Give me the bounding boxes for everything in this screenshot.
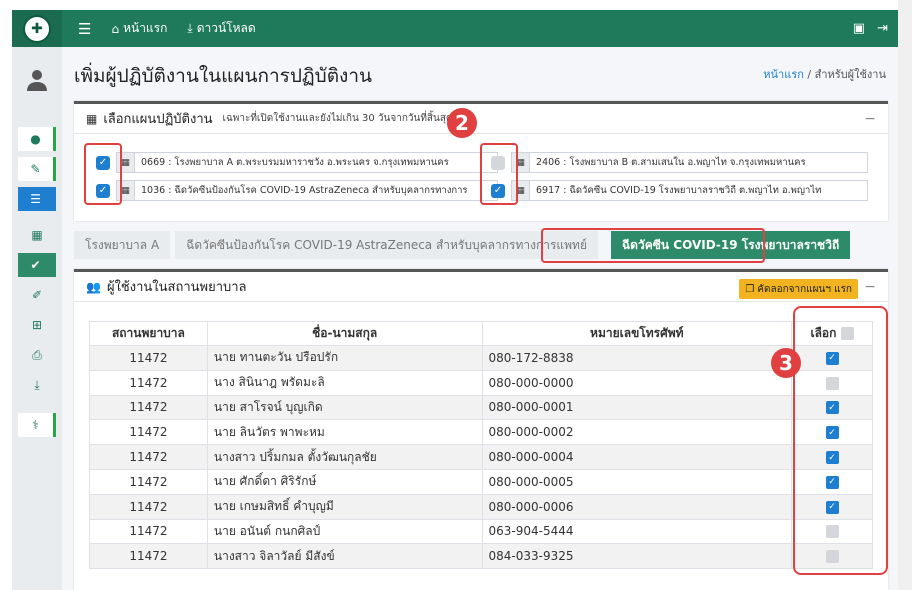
cell-hospital: 11472 <box>89 345 208 371</box>
calendar-check-icon: ▦ <box>86 111 98 126</box>
breadcrumb-home-link[interactable]: หน้าแรก <box>763 68 804 81</box>
cell-hospital: 11472 <box>89 493 208 520</box>
table-row: 11472 นางสาว ปริ้มกมล ตั้งวัฒนกุลชัย 080-0… <box>89 444 873 470</box>
users-card: 👥 ผู้ใช้งานในสถานพยาบาล ❐ คัดลอกจากแผนฯ แ… <box>74 269 888 590</box>
cell-name: นางสาว จิลาวัลย์ มีสังข์ <box>206 543 483 570</box>
table-row: 11472 นางสาว จิลาวัลย์ มีสังข์ 084-033-932… <box>89 543 873 570</box>
logo-emblem-icon: ✚ <box>23 14 51 43</box>
users-table: สถานพยาบาล ชื่อ-นามสกุล หมายเลขโทรศัพท์ … <box>89 321 873 570</box>
main-content: เพิ่มผู้ปฏิบัติงานในแผนการปฏิบัติงาน หน้… <box>62 47 898 590</box>
cell-name: นาย ศักดิ์ดา ศิริรักษ์ <box>206 468 483 495</box>
sidebar-print-icon[interactable]: ⎙ <box>18 343 56 367</box>
cell-hospital: 11472 <box>89 468 208 495</box>
column-header-phone: หมายเลขโทรศัพท์ <box>481 321 793 346</box>
plan-option[interactable]: ▦ 2406 : โรงพยาบาล B ต.สามเสนใน อ.พญาไท … <box>491 152 868 173</box>
logout-icon[interactable]: ⇥ <box>877 21 888 36</box>
user-avatar-icon[interactable] <box>25 67 49 91</box>
table-row: 11472 นาย ลินวัตร พาพะหม 080-000-0002 ✓ <box>89 419 873 446</box>
tab-plan-1[interactable]: โรงพยาบาล A <box>74 231 171 259</box>
cell-phone: 080-172-8838 <box>481 345 793 371</box>
sidebar: ● ✎ ☰ ▦ ✔ ✐ ⊞ ⎙ ⤓ ⚕ <box>12 47 62 590</box>
plan-option[interactable]: ✓ ▦ 6917 : ฉีดวัคซีน COVID-19 โรงพยาบาลร… <box>491 180 868 201</box>
collapse-button[interactable]: − <box>864 279 876 295</box>
plan-option[interactable]: ✓ ▦ 0669 : โรงพยาบาล A ต.พระบรมมหาราชวัง… <box>96 152 498 173</box>
annotation-highlight-box <box>84 143 122 205</box>
table-row: 11472 นาย เกษมสิทธิ์ คำบุญมี 080-000-0006 ✓ <box>89 493 873 520</box>
sidebar-calendar-icon[interactable]: ▦ <box>18 223 56 247</box>
sidebar-sitemap-icon[interactable]: ⊞ <box>18 313 56 337</box>
card-subtitle: เฉพาะที่เปิดใช้งานและยังไม่เกิน 30 วันจา… <box>222 113 453 124</box>
top-navbar: ✚ ☰ ⌂ หน้าแรก ⤓ ดาวน์โหลด ▣ ⇥ <box>12 10 898 47</box>
collapse-button[interactable]: − <box>864 111 876 127</box>
plan-label-box: ▦ 0669 : โรงพยาบาล A ต.พระบรมมหาราชวัง อ… <box>116 152 498 173</box>
annotation-highlight-box <box>541 228 765 263</box>
card-title: เลือกแผนปฏิบัติงาน <box>103 112 213 127</box>
cell-phone: 080-000-0000 <box>481 369 793 396</box>
cell-name: นางสาว ปริ้มกมล ตั้งวัฒนกุลชัย <box>206 444 483 470</box>
sidebar-user-check-icon[interactable]: ✔ <box>18 253 56 277</box>
table-row: 11472 นาง สินินาฎ พรัดมะลิ 080-000-0000 <box>89 369 873 396</box>
sidebar-user-edit-icon[interactable]: ✎ <box>18 157 56 181</box>
cell-name: นาย ลินวัตร พาพะหม <box>206 419 483 446</box>
cell-phone: 080-000-0005 <box>481 468 793 495</box>
cell-hospital: 11472 <box>89 369 208 396</box>
annotation-badge: 3 <box>771 348 801 378</box>
annotation-highlight-box <box>480 143 518 205</box>
plan-label-box: ▦ 6917 : ฉีดวัคซีน COVID-19 โรงพยาบาลราช… <box>511 180 868 201</box>
table-row: 11472 นาย ทานตะวัน ปรือปรัก 080-172-8838 ✓ <box>89 345 873 371</box>
download-icon: ⤓ <box>187 21 193 35</box>
copy-icon: ❐ <box>745 283 755 295</box>
annotation-badge: 2 <box>447 108 477 138</box>
page-title: เพิ่มผู้ปฏิบัติงานในแผนการปฏิบัติงาน <box>74 65 372 87</box>
copy-from-first-plan-button[interactable]: ❐ คัดลอกจากแผนฯ แรก <box>739 279 858 299</box>
sidebar-syringe-icon[interactable]: ✐ <box>18 283 56 307</box>
sidebar-list-icon[interactable]: ☰ <box>18 187 56 211</box>
sidebar-download-icon[interactable]: ⤓ <box>18 373 56 397</box>
cell-phone: 080-000-0002 <box>481 419 793 446</box>
cell-name: นาย สาโรจน์ บุญเกิด <box>206 394 483 421</box>
cell-hospital: 11472 <box>89 543 208 570</box>
users-icon: 👥 <box>86 279 101 294</box>
cell-hospital: 11472 <box>89 419 208 446</box>
cell-phone: 063-904-5444 <box>481 518 793 545</box>
table-row: 11472 นาย ศักดิ์ดา ศิริรักษ์ 080-000-0005 ✓ <box>89 468 873 495</box>
sidebar-user-icon[interactable]: ● <box>18 127 56 151</box>
cell-hospital: 11472 <box>89 394 208 421</box>
cell-phone: 080-000-0001 <box>481 394 793 421</box>
breadcrumb: หน้าแรก / สำหรับผู้ใช้งาน <box>763 68 886 81</box>
id-card-icon[interactable]: ▣ <box>853 21 865 36</box>
cell-name: นาย อนันต์ กนกศิลป์ <box>206 518 483 545</box>
logo[interactable]: ✚ <box>12 10 62 47</box>
home-icon: ⌂ <box>111 21 120 36</box>
menu-icon[interactable]: ☰ <box>78 20 91 38</box>
column-header-hospital: สถานพยาบาล <box>89 321 208 346</box>
cell-phone: 080-000-0006 <box>481 493 793 520</box>
plan-label-box: ▦ 2406 : โรงพยาบาล B ต.สามเสนใน อ.พญาไท … <box>511 152 868 173</box>
sidebar-user-md-icon[interactable]: ⚕ <box>18 413 56 437</box>
plan-label-box: ▦ 1036 : ฉีดวัคซีนป้องกันโรค COVID-19 As… <box>116 180 498 201</box>
cell-phone: 080-000-0004 <box>481 444 793 470</box>
scrollbar[interactable] <box>898 0 912 590</box>
annotation-highlight-box <box>793 306 888 575</box>
cell-name: นาง สินินาฎ พรัดมะลิ <box>206 369 483 396</box>
plan-option[interactable]: ✓ ▦ 1036 : ฉีดวัคซีนป้องกันโรค COVID-19 … <box>96 180 498 201</box>
cell-name: นาย เกษมสิทธิ์ คำบุญมี <box>206 493 483 520</box>
nav-home-link[interactable]: ⌂ หน้าแรก <box>111 19 167 38</box>
card-title: ผู้ใช้งานในสถานพยาบาล <box>106 280 247 295</box>
table-row: 11472 นาย อนันต์ กนกศิลป์ 063-904-5444 <box>89 518 873 545</box>
cell-phone: 084-033-9325 <box>481 543 793 570</box>
table-row: 11472 นาย สาโรจน์ บุญเกิด 080-000-0001 ✓ <box>89 394 873 421</box>
column-header-name: ชื่อ-นามสกุล <box>206 321 483 346</box>
nav-download-link[interactable]: ⤓ ดาวน์โหลด <box>187 19 255 38</box>
cell-hospital: 11472 <box>89 444 208 470</box>
cell-hospital: 11472 <box>89 518 208 545</box>
tab-plan-2[interactable]: ฉีดวัคซีนป้องกันโรค COVID-19 AstraZeneca… <box>175 231 598 259</box>
cell-name: นาย ทานตะวัน ปรือปรัก <box>206 345 483 371</box>
